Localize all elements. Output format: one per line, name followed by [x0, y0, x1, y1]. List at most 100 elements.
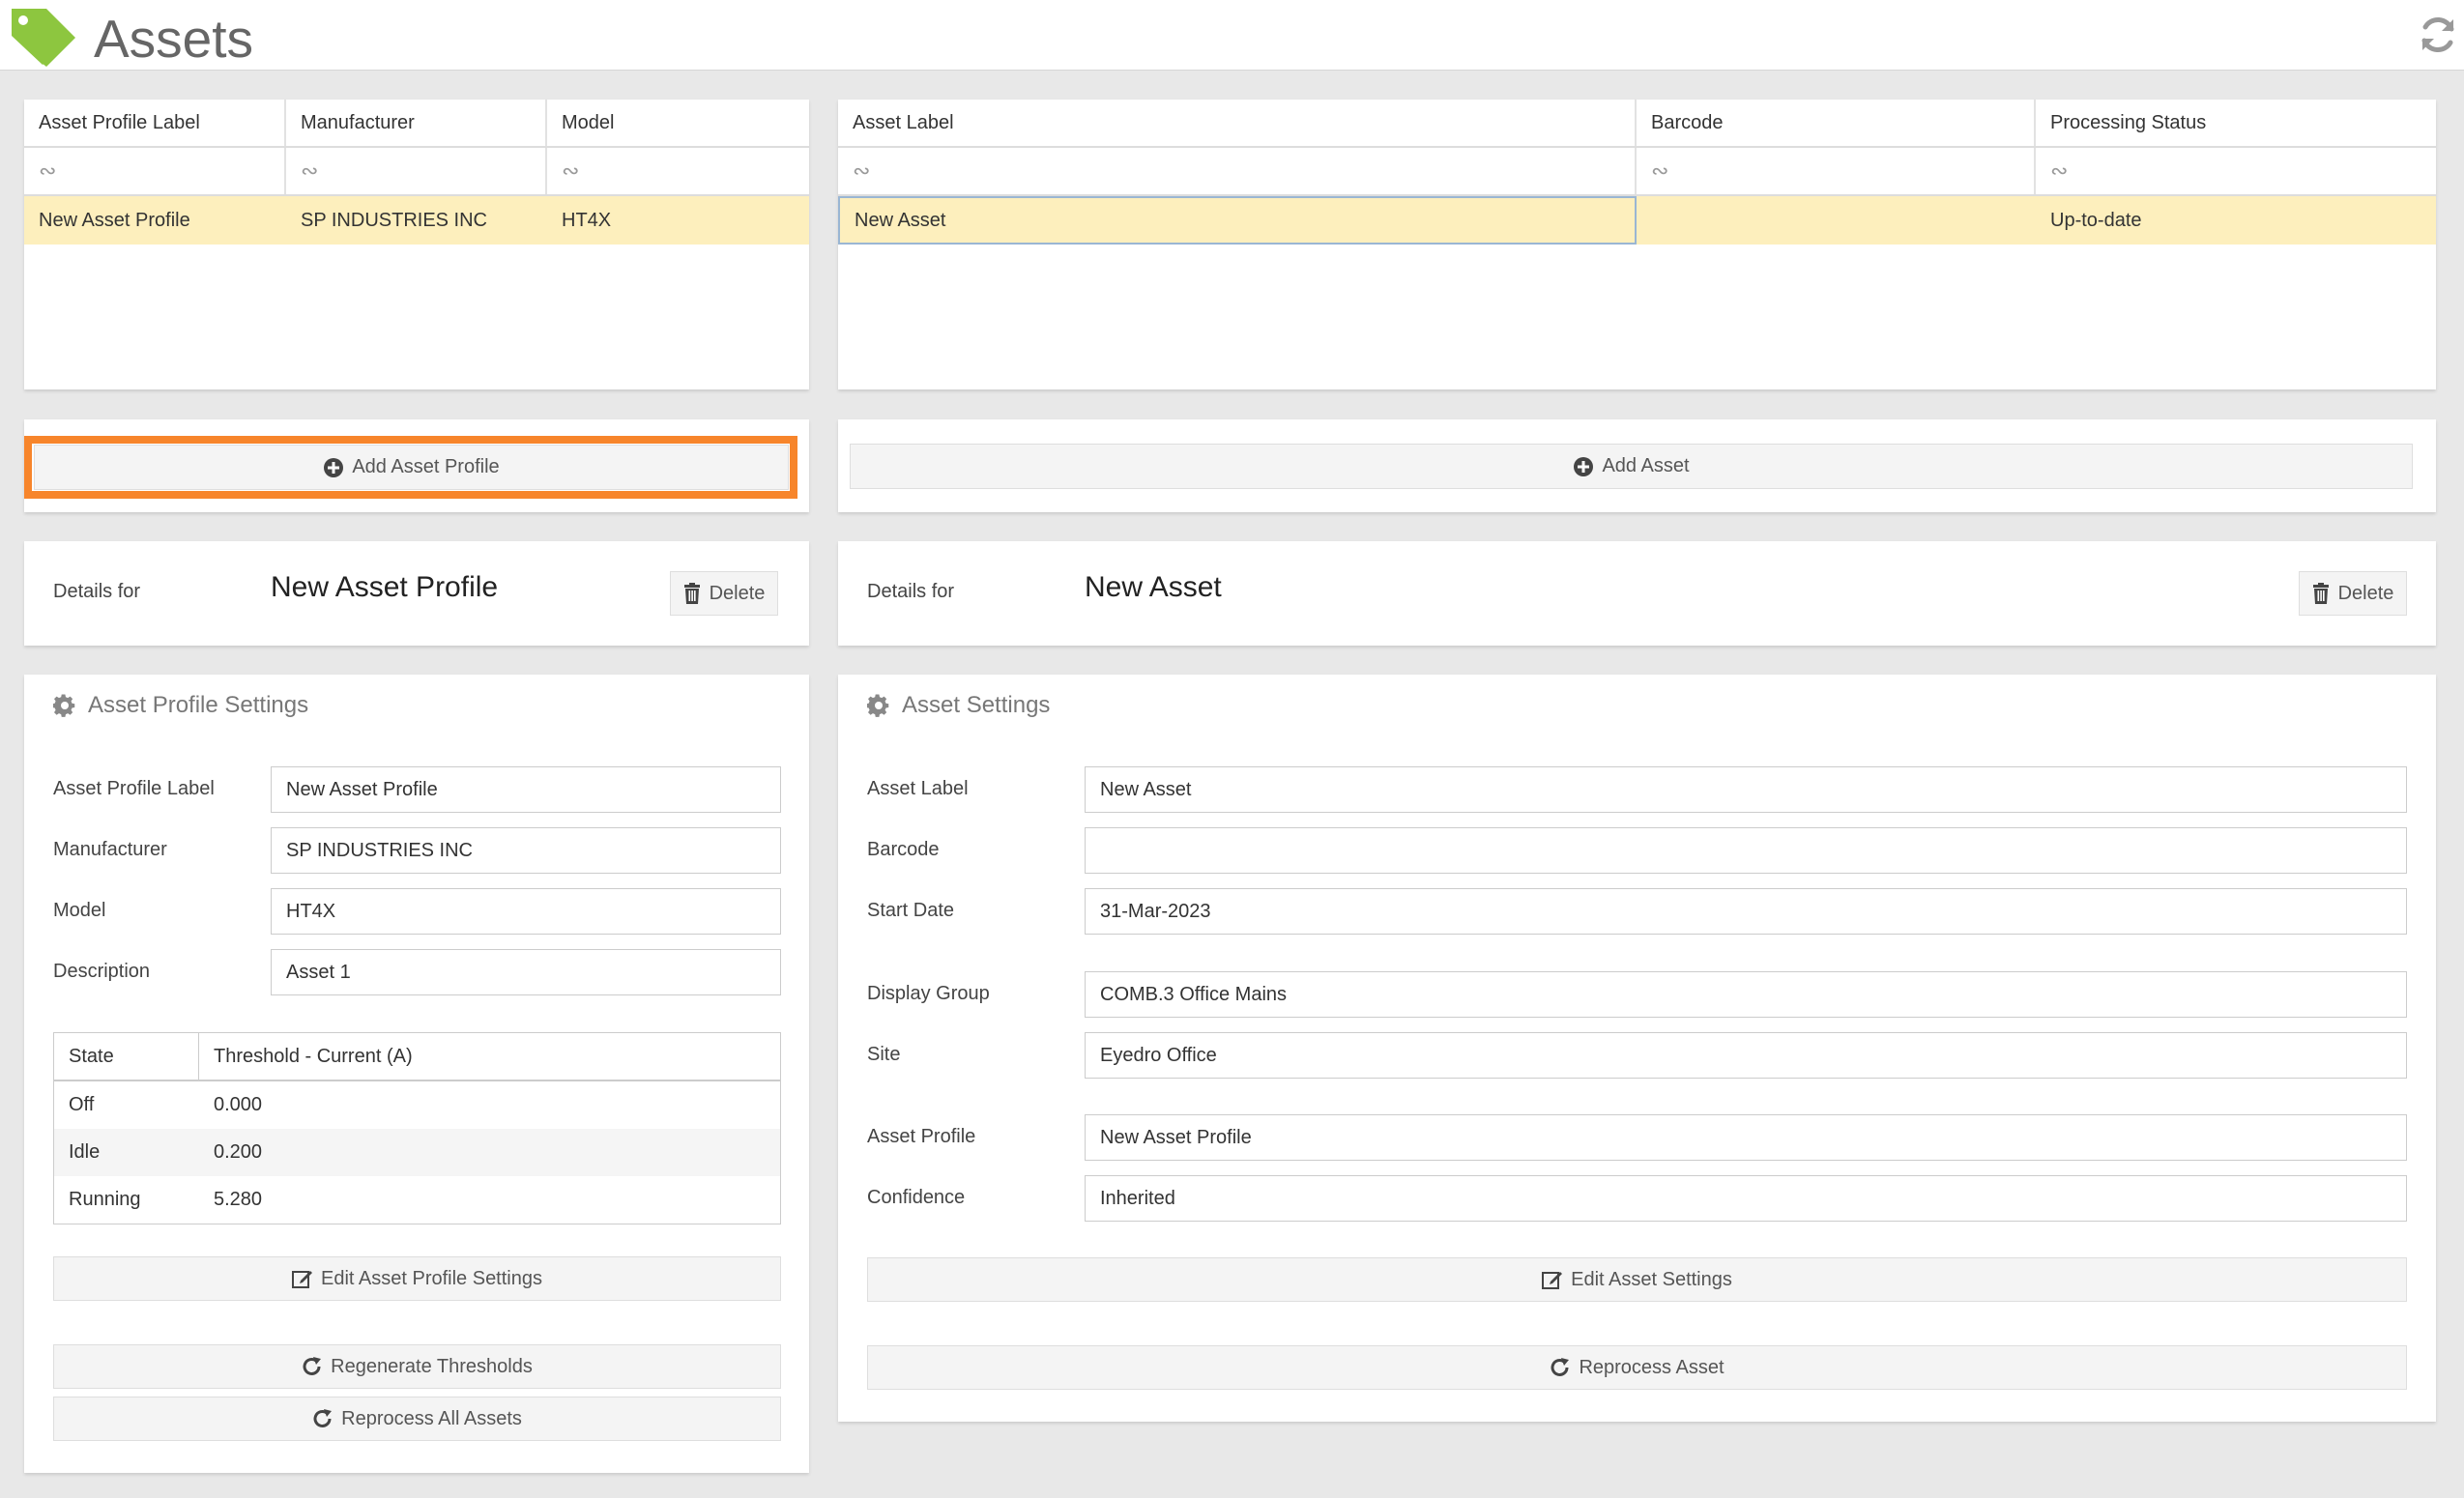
details-for-label: Details for [867, 581, 955, 602]
cell-barcode[interactable] [1637, 196, 2036, 245]
asset-label-label: Asset Label [867, 778, 969, 799]
reprocess-all-assets-label: Reprocess All Assets [341, 1407, 522, 1429]
column-header-manufacturer[interactable]: Manufacturer [286, 100, 547, 146]
redo-icon [303, 1357, 322, 1375]
state-cell: Off [69, 1094, 95, 1115]
cell-manufacturer[interactable]: SP INDUSTRIES INC [286, 196, 547, 245]
barcode-field[interactable] [1085, 827, 2407, 874]
details-for-label: Details for [53, 581, 141, 602]
trash-icon [2312, 583, 2329, 604]
barcode-label: Barcode [867, 839, 940, 860]
table-row[interactable]: New Asset Profile SP INDUSTRIES INC HT4X [24, 196, 809, 245]
asset-profiles-table: Asset Profile Label Manufacturer Model ∾… [24, 100, 809, 389]
cell-asset-profile-label[interactable]: New Asset Profile [24, 196, 286, 245]
table-row[interactable]: New Asset Up-to-date [838, 196, 2436, 245]
table-row: Idle 0.200 [54, 1129, 780, 1176]
column-header-barcode[interactable]: Barcode [1637, 100, 2036, 146]
reprocess-all-assets-button[interactable]: Reprocess All Assets [53, 1397, 781, 1441]
assets-table: Asset Label Barcode Processing Status ∾ … [838, 100, 2436, 389]
description-label: Description [53, 961, 151, 982]
asset-details-header: Details for New Asset Delete [838, 541, 2436, 646]
edit-icon [291, 1271, 312, 1288]
asset-profile-settings-panel: Asset Profile Settings Asset Profile Lab… [24, 675, 809, 1473]
gear-icon [53, 694, 75, 717]
filter-manufacturer[interactable]: ∾ [286, 148, 547, 194]
reprocess-asset-label: Reprocess Asset [1579, 1356, 1725, 1378]
state-threshold-table: State Threshold - Current (A) Off 0.000 … [53, 1032, 781, 1224]
filter-row: ∾ ∾ ∾ [24, 148, 809, 196]
asset-profile-label: Asset Profile [867, 1126, 976, 1147]
page-header: Assets [0, 0, 2464, 71]
regenerate-thresholds-button[interactable]: Regenerate Thresholds [53, 1344, 781, 1389]
details-asset-name: New Asset [1085, 571, 1222, 603]
cell-model[interactable]: HT4X [547, 196, 809, 245]
plus-circle-icon [1574, 456, 1594, 476]
confidence-field[interactable] [1085, 1175, 2407, 1222]
asset-profile-label-label: Asset Profile Label [53, 778, 215, 799]
cell-asset-label[interactable]: New Asset [838, 196, 1637, 245]
regenerate-thresholds-label: Regenerate Thresholds [331, 1355, 533, 1377]
edit-asset-profile-settings-button[interactable]: Edit Asset Profile Settings [53, 1256, 781, 1301]
reprocess-asset-button[interactable]: Reprocess Asset [867, 1345, 2407, 1390]
add-asset-profile-button[interactable]: Add Asset Profile [34, 445, 789, 490]
start-date-field[interactable] [1085, 888, 2407, 935]
column-header-state: State [54, 1033, 199, 1080]
table-row: Off 0.000 [54, 1081, 780, 1129]
cell-processing-status[interactable]: Up-to-date [2036, 196, 2436, 245]
redo-icon [1551, 1358, 1570, 1376]
delete-asset-profile-button[interactable]: Delete [670, 571, 778, 616]
section-title-text: Asset Profile Settings [88, 692, 309, 718]
threshold-cell: 0.200 [214, 1141, 263, 1163]
filter-model[interactable]: ∾ [547, 148, 809, 194]
edit-asset-profile-settings-label: Edit Asset Profile Settings [320, 1267, 542, 1289]
state-cell: Running [69, 1189, 141, 1210]
add-asset-button[interactable]: Add Asset [850, 444, 2413, 489]
asset-profile-field[interactable] [1085, 1114, 2407, 1161]
state-cell: Idle [69, 1141, 101, 1163]
site-label: Site [867, 1044, 901, 1065]
column-header-asset-profile-label[interactable]: Asset Profile Label [24, 100, 286, 146]
table-header-row: State Threshold - Current (A) [54, 1033, 780, 1081]
filter-processing-status[interactable]: ∾ [2036, 148, 2436, 194]
delete-label: Delete [2337, 582, 2394, 604]
description-field[interactable] [271, 949, 781, 995]
edit-asset-settings-button[interactable]: Edit Asset Settings [867, 1257, 2407, 1302]
column-header-processing-status[interactable]: Processing Status [2036, 100, 2436, 146]
column-header-model[interactable]: Model [547, 100, 809, 146]
asset-profile-settings-title: Asset Profile Settings [53, 692, 308, 719]
confidence-label: Confidence [867, 1187, 966, 1208]
display-group-field[interactable] [1085, 971, 2407, 1018]
page-title: Assets [94, 9, 254, 69]
edit-asset-settings-label: Edit Asset Settings [1571, 1268, 1732, 1290]
add-asset-profile-label: Add Asset Profile [352, 456, 500, 477]
tag-icon [12, 9, 75, 67]
filter-asset-label[interactable]: ∾ [838, 148, 1637, 194]
model-field[interactable] [271, 888, 781, 935]
asset-profile-details-header: Details for New Asset Profile Delete [24, 541, 809, 646]
redo-icon [313, 1409, 333, 1427]
filter-barcode[interactable]: ∾ [1637, 148, 2036, 194]
section-title-text: Asset Settings [902, 692, 1051, 718]
display-group-label: Display Group [867, 983, 990, 1004]
trash-icon [683, 583, 700, 604]
delete-asset-button[interactable]: Delete [2299, 571, 2407, 616]
edit-icon [1542, 1272, 1563, 1289]
asset-settings-title: Asset Settings [867, 692, 1050, 719]
manufacturer-field[interactable] [271, 827, 781, 874]
gear-icon [867, 694, 889, 717]
model-label: Model [53, 900, 106, 921]
site-field[interactable] [1085, 1032, 2407, 1079]
table-header-row: Asset Label Barcode Processing Status [838, 100, 2436, 148]
column-header-asset-label[interactable]: Asset Label [838, 100, 1637, 146]
start-date-label: Start Date [867, 900, 955, 921]
asset-label-field[interactable] [1085, 766, 2407, 813]
threshold-cell: 0.000 [214, 1094, 263, 1115]
asset-profile-label-field[interactable] [271, 766, 781, 813]
manufacturer-label: Manufacturer [53, 839, 167, 860]
asset-settings-panel: Asset Settings Asset Label Barcode Start… [838, 675, 2436, 1422]
table-header-row: Asset Profile Label Manufacturer Model [24, 100, 809, 148]
filter-asset-profile-label[interactable]: ∾ [24, 148, 286, 194]
filter-row: ∾ ∾ ∾ [838, 148, 2436, 196]
refresh-icon[interactable] [2417, 14, 2459, 56]
details-profile-name: New Asset Profile [271, 571, 499, 603]
